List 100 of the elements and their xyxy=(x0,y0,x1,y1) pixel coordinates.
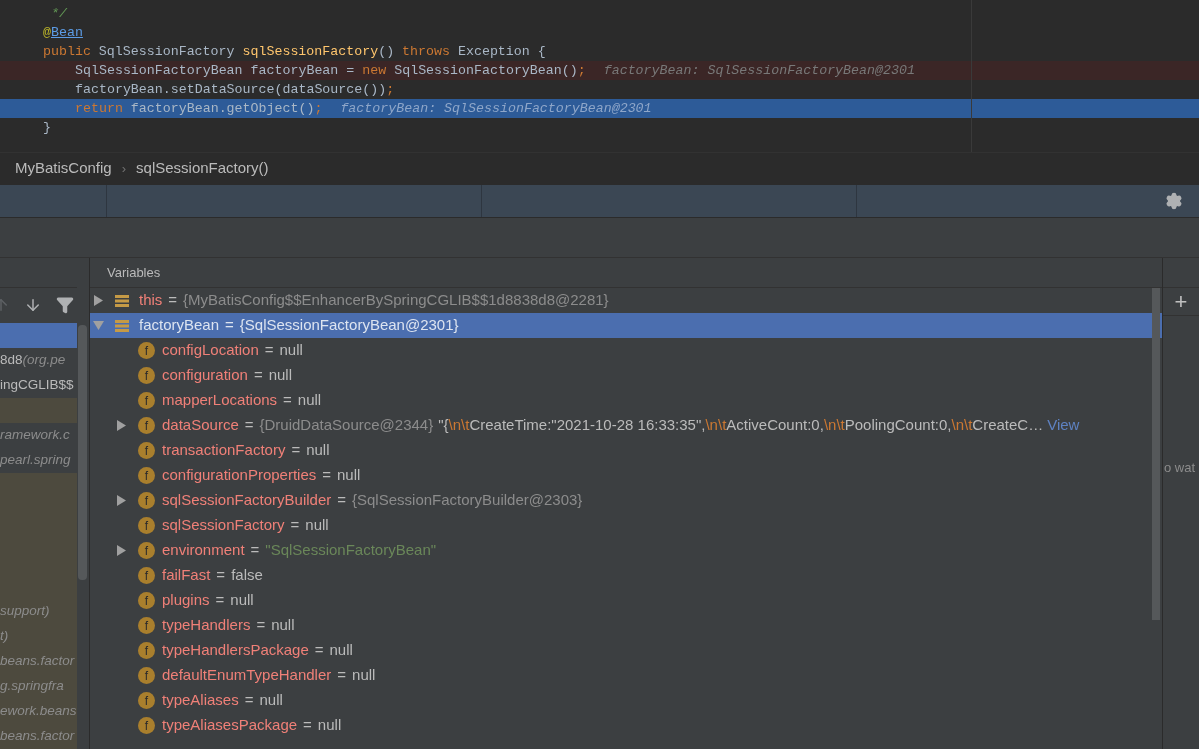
variable-row[interactable]: f mapperLocations = null xyxy=(90,388,1162,413)
settings-icon[interactable] xyxy=(1165,192,1183,210)
code-token: SqlSessionFactoryBean factoryBean = xyxy=(75,61,356,80)
field-icon: f xyxy=(138,467,155,484)
stack-frame-row[interactable] xyxy=(0,473,77,499)
collapse-arrow-icon[interactable] xyxy=(93,320,104,331)
empty-watches-text: o wat xyxy=(1163,459,1197,477)
variable-row[interactable]: f typeAliasesPackage = null xyxy=(90,713,1162,738)
frame-location: ramework.c xyxy=(0,426,70,445)
equals-sign: = xyxy=(264,340,274,361)
filter-icon[interactable] xyxy=(56,296,74,315)
code-token: () xyxy=(378,42,396,61)
variable-value: null xyxy=(297,390,322,411)
variable-row[interactable]: f sqlSessionFactory = null xyxy=(90,513,1162,538)
breadcrumb-item[interactable]: sqlSessionFactory() xyxy=(136,157,269,180)
field-icon: f xyxy=(138,717,155,734)
frame-location: pearl.spring xyxy=(0,451,71,470)
variable-name: configuration xyxy=(162,365,248,386)
variable-value: null xyxy=(337,465,361,486)
field-icon: f xyxy=(138,642,155,659)
object-icon xyxy=(115,293,129,308)
variable-row[interactable]: f configLocation = null xyxy=(90,338,1162,363)
equals-sign: = xyxy=(253,365,263,386)
code-token: return xyxy=(75,99,124,118)
field-icon: f xyxy=(138,342,155,359)
code-editor[interactable] xyxy=(0,0,1199,152)
variable-name: typeHandlersPackage xyxy=(162,640,309,661)
stack-frame-row[interactable] xyxy=(0,322,77,348)
variable-value: null xyxy=(268,365,293,386)
variable-value: {MyBatisConfig$$EnhancerBySpringCGLIB$$1d8838d8@2281} xyxy=(183,290,609,311)
code-token: SqlSessionFactoryBean() xyxy=(394,61,578,80)
frame-location: g.springfra xyxy=(0,677,64,696)
variable-name: failFast xyxy=(162,565,211,586)
stack-frame-row[interactable] xyxy=(0,397,77,423)
equals-sign: = xyxy=(168,290,178,311)
variable-value: false xyxy=(231,565,263,586)
frame-location: support) xyxy=(0,601,50,620)
code-token: @ xyxy=(43,23,51,42)
variable-value: PoolingCount:0, xyxy=(844,415,952,436)
field-icon: f xyxy=(138,492,155,509)
variable-value: null xyxy=(317,715,342,736)
variable-value: null xyxy=(230,590,254,611)
scrollbar-thumb[interactable] xyxy=(1152,288,1160,620)
code-token: public xyxy=(43,42,92,61)
variable-name: dataSource xyxy=(162,415,239,436)
code-link[interactable]: Bean xyxy=(51,22,83,43)
field-icon: f xyxy=(138,517,155,534)
variable-row[interactable]: f environment = "SqlSessionFactoryBean" xyxy=(90,538,1162,563)
variable-value: \n\t xyxy=(823,415,845,436)
variable-row[interactable]: f configuration = null xyxy=(90,363,1162,388)
equals-sign: = xyxy=(322,465,332,486)
expand-arrow-icon[interactable] xyxy=(116,420,127,431)
expand-arrow-icon[interactable] xyxy=(93,295,104,306)
variable-row[interactable]: f typeHandlersPackage = null xyxy=(90,638,1162,663)
variable-row[interactable]: f configurationProperties = null xyxy=(90,463,1162,488)
equals-sign: = xyxy=(216,565,226,586)
field-icon: f xyxy=(138,442,155,459)
expand-arrow-icon[interactable] xyxy=(116,545,127,556)
equals-sign: = xyxy=(283,390,292,411)
variable-row[interactable]: f failFast = false xyxy=(90,563,1162,588)
code-token: sqlSessionFactory xyxy=(242,42,379,61)
variable-row[interactable]: factoryBean = {SqlSessionFactoryBean@2301} xyxy=(90,313,1162,338)
variable-value: \n\t xyxy=(951,415,973,436)
field-icon: f xyxy=(138,592,155,609)
field-icon: f xyxy=(138,367,155,384)
variable-row[interactable]: f transactionFactory = null xyxy=(90,438,1162,463)
variable-value: {DruidDataSource@2344} xyxy=(259,415,434,436)
variable-name: plugins xyxy=(162,590,210,611)
variable-value: CreateC… xyxy=(972,415,1044,436)
variable-row[interactable]: this = {MyBatisConfig$$EnhancerBySpringCGLIB$$1d8838d8@2281} xyxy=(90,288,1162,313)
add-watch-button[interactable]: + xyxy=(1163,288,1199,316)
equals-sign: = xyxy=(244,415,254,436)
variable-name: configurationProperties xyxy=(162,465,317,486)
equals-sign: = xyxy=(314,640,324,661)
field-icon: f xyxy=(138,692,155,709)
equals-sign: = xyxy=(244,690,254,711)
breadcrumb-item[interactable]: MyBatisConfig xyxy=(15,157,112,180)
variable-row[interactable]: f plugins = null xyxy=(90,588,1162,613)
variable-name: typeHandlers xyxy=(162,615,251,636)
code-token: SqlSessionFactory xyxy=(98,42,236,61)
variable-row[interactable]: f typeAliases = null xyxy=(90,688,1162,713)
equals-sign: = xyxy=(337,665,347,686)
frame-location: (org.pe xyxy=(22,351,66,370)
variable-name: environment xyxy=(162,540,245,561)
variable-name: mapperLocations xyxy=(162,390,278,411)
variable-row[interactable]: f sqlSessionFactoryBuilder = {SqlSessionFactoryBuilder@2303} xyxy=(90,488,1162,513)
variable-name: configLocation xyxy=(162,340,259,361)
variable-row[interactable]: f defaultEnumTypeHandler = null xyxy=(90,663,1162,688)
code-token: factoryBean.getObject() xyxy=(130,99,315,118)
variable-row[interactable]: f typeHandlers = null xyxy=(90,613,1162,638)
expand-arrow-icon[interactable] xyxy=(116,495,127,506)
scrollbar-thumb[interactable] xyxy=(78,325,87,580)
code-token: */ xyxy=(49,4,67,23)
variable-row[interactable]: f dataSource = {DruidDataSource@2344} "{\n\tCreateTime:"2021-10-28 16:33:35",\n\tActiveCount:0,\n\tPoolingCount:0,\n\tCreateC… View xyxy=(90,413,1162,438)
variable-name: this xyxy=(139,290,163,311)
equals-sign: = xyxy=(291,440,301,461)
variable-value: "{ xyxy=(438,415,449,436)
variable-value: {SqlSessionFactoryBean@2301} xyxy=(239,315,459,336)
equals-sign: = xyxy=(250,540,260,561)
field-icon: f xyxy=(138,567,155,584)
